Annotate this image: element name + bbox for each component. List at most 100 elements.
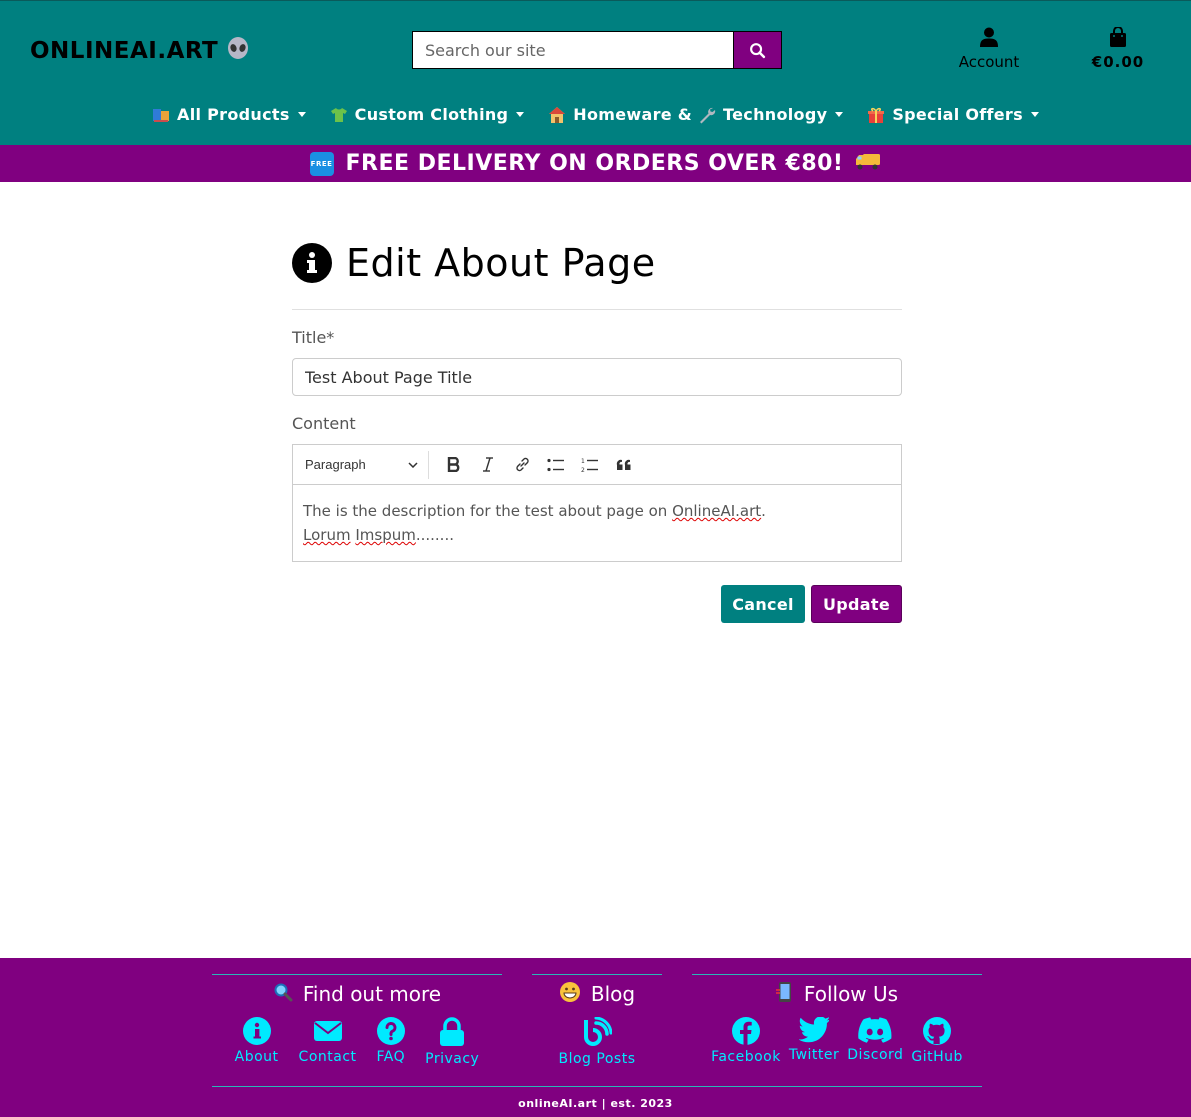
nav-all-products[interactable]: All Products [152,105,306,124]
footer-links: About Contact FAQ Privacy [212,1017,502,1067]
blog-icon [583,1017,612,1046]
user-icon [980,27,998,47]
info-circle-icon [292,243,332,283]
caret-down-icon [516,112,525,117]
bold-button[interactable] [437,451,471,479]
twitter-icon [799,1017,830,1043]
italic-icon [483,457,493,472]
envelope-icon [313,1021,342,1041]
link-button[interactable] [505,451,539,479]
cart-total: €0.00 [1091,53,1145,71]
lock-icon [440,1017,465,1046]
update-button[interactable]: Update [811,585,902,623]
site-header: ONLINEAI.ART Account €0.00 All Products … [0,0,1191,145]
footer-link-label: Twitter [788,1047,840,1063]
footer-find-out-more: Find out more About Contact FAQ Privacy [212,974,502,1067]
footer-heading: Blog [532,981,662,1007]
mobile-phone-icon [775,981,794,1008]
footer-heading-text: Find out more [302,982,442,1006]
search-input[interactable] [412,31,733,69]
footer-follow-us: Follow Us Facebook Twitter Discord GitHu… [692,974,982,1065]
numbered-list-button[interactable]: 12 [573,451,607,479]
facebook-icon [731,1017,760,1045]
title-label: Title* [292,328,335,347]
nav-custom-clothing[interactable]: Custom Clothing [330,105,525,124]
footer-links: Blog Posts [532,1017,662,1067]
footer-link-faq[interactable]: FAQ [377,1017,406,1067]
footer-link-discord[interactable]: Discord [847,1017,903,1065]
content-text: Lorum [303,526,351,544]
github-icon [923,1017,952,1045]
magnifying-glass-icon [273,982,293,1007]
nav-label: Special Offers [892,105,1023,124]
rich-text-editor: Paragraph 12 The is the description for … [292,444,902,562]
divider [212,974,502,975]
footer-heading-text: Follow Us [803,982,899,1006]
books-icon [152,106,170,124]
bulleted-list-button[interactable] [539,451,573,479]
footer-link-privacy[interactable]: Privacy [425,1017,479,1067]
banner-text: FREE DELIVERY ON ORDERS OVER €80! [345,151,844,176]
blockquote-button[interactable] [607,451,641,479]
footer-link-facebook[interactable]: Facebook [711,1017,781,1065]
nav-label: Homeware & [573,105,693,124]
site-footer: Find out more About Contact FAQ Privacy … [0,958,1191,1117]
logo-text[interactable]: ONLINEAI.ART [30,38,218,64]
numbered-list-icon: 12 [581,458,598,473]
footer-links: Facebook Twitter Discord GitHub [692,1017,982,1065]
bulleted-list-icon [547,458,564,471]
bold-icon [447,457,460,472]
account-label: Account [958,53,1020,71]
gift-icon [867,106,885,124]
footer-link-contact[interactable]: Contact [299,1017,357,1067]
alien-icon [226,37,250,61]
divider [692,974,982,975]
paragraph-select-value: Paragraph [305,457,366,472]
nav-homeware-technology[interactable]: Homeware & Technology [548,105,844,124]
footer-link-label: About [234,1049,279,1065]
footer-heading: Follow Us [692,981,982,1007]
footer-blog: Blog Blog Posts [532,974,662,1067]
tshirt-icon [330,106,348,124]
page-title-text: Edit About Page [346,241,656,285]
info-circle-icon [242,1017,271,1045]
paragraph-format-select[interactable]: Paragraph [305,450,429,479]
footer-link-blog-posts[interactable]: Blog Posts [559,1017,636,1067]
question-circle-icon [376,1017,405,1045]
footer-link-label: Blog Posts [558,1051,636,1067]
footer-link-github[interactable]: GitHub [911,1017,963,1065]
footer-link-about[interactable]: About [235,1017,279,1067]
cancel-button[interactable]: Cancel [721,585,805,623]
caret-down-icon [835,112,844,117]
grinning-face-icon [559,981,581,1008]
title-field[interactable] [292,358,902,396]
footer-link-label: Contact [298,1049,357,1065]
content-text: . [761,502,766,520]
footer-link-label: Facebook [711,1049,781,1065]
quote-icon [616,459,631,470]
nav-special-offers[interactable]: Special Offers [867,105,1039,124]
page-title: Edit About Page [292,238,656,288]
site-logo[interactable]: ONLINEAI.ART [30,37,250,64]
italic-button[interactable] [471,451,505,479]
content-label: Content [292,414,356,433]
divider [532,974,662,975]
account-link[interactable]: Account [950,27,1028,71]
footer-link-twitter[interactable]: Twitter [789,1017,839,1065]
cart-link[interactable]: €0.00 [1086,26,1150,71]
discord-icon [858,1017,892,1043]
content-text: The is the description for the test abou… [303,502,673,520]
editor-content-area[interactable]: The is the description for the test abou… [293,485,901,561]
svg-text:1: 1 [581,458,585,465]
footer-link-label: Privacy [425,1051,480,1067]
search-button[interactable] [733,31,782,69]
free-badge-icon: FREE [309,151,334,176]
content-link-text: OnlineAI.art [672,502,762,520]
free-delivery-banner: FREE FREE DELIVERY ON ORDERS OVER €80! [0,145,1191,182]
caret-down-icon [297,112,306,117]
footer-heading-text: Blog [590,982,636,1006]
content-text: ........ [415,526,454,544]
main-nav: All Products Custom Clothing Homeware & … [0,105,1191,124]
truck-icon [855,151,881,177]
content-text: Imspum [355,526,416,544]
